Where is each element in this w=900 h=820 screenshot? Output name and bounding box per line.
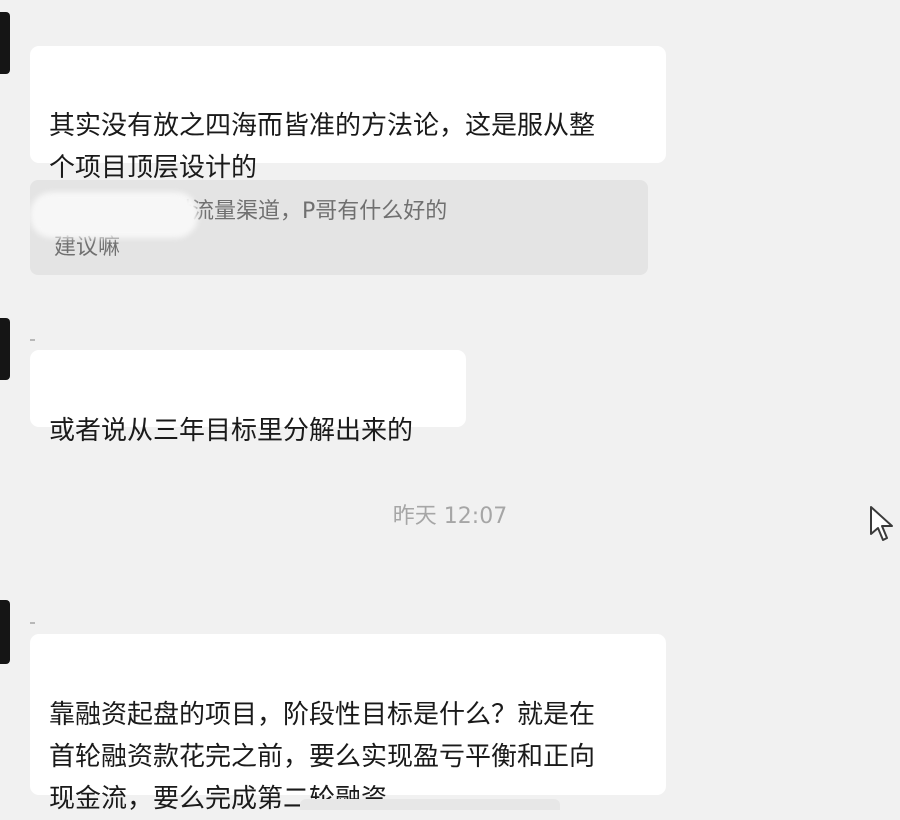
quoted-message[interactable]: ：,.. 对于选对流量渠道，P哥有什么好的 建议嘛 <box>30 180 648 275</box>
chat-message[interactable]: 其实没有放之四海而皆准的方法论，这是服从整 个项目顶层设计的 <box>30 46 666 183</box>
avatar[interactable] <box>0 12 10 74</box>
mouse-pointer-icon <box>868 503 898 545</box>
avatar[interactable] <box>0 600 10 664</box>
avatar[interactable] <box>0 318 10 380</box>
sender-name-mark <box>30 622 35 624</box>
chat-message-text: 或者说从三年目标里分解出来的 <box>49 416 414 446</box>
chat-message-text: 靠融资起盘的项目，阶段性目标是什么？就是在 首轮融资款花完之前，要么实现盈亏平衡… <box>49 700 596 814</box>
input-bar-edge <box>300 799 560 810</box>
chat-message[interactable]: 靠融资起盘的项目，阶段性目标是什么？就是在 首轮融资款花完之前，要么实现盈亏平衡… <box>30 634 666 814</box>
timestamp: 昨天 12:07 <box>392 504 508 529</box>
sender-name-mark <box>30 339 35 341</box>
chat-message[interactable]: 或者说从三年目标里分解出来的 <box>30 350 466 446</box>
redacted-name <box>30 192 198 238</box>
chat-message-text: 其实没有放之四海而皆准的方法论，这是服从整 个项目顶层设计的 <box>49 111 596 183</box>
